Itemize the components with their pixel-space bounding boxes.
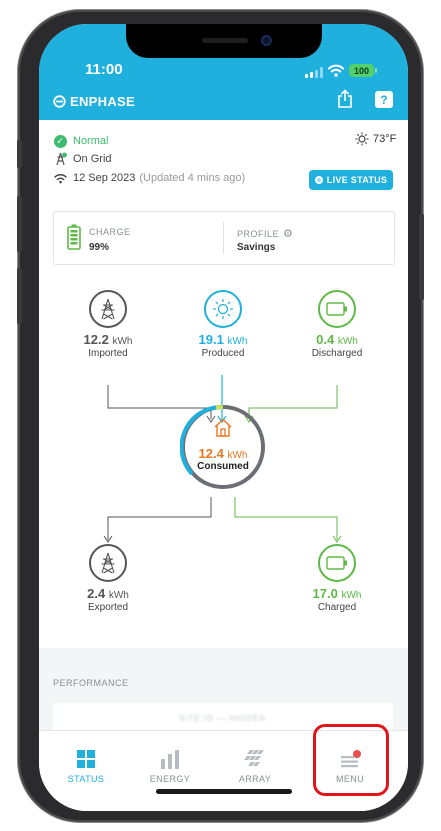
grid-tower-icon — [101, 298, 115, 320]
power-button — [419, 214, 424, 300]
battery-status-icon: 100 — [349, 64, 377, 77]
brand-name: ENPHASE — [70, 94, 135, 109]
status-bar-time: 11:00 — [85, 61, 123, 78]
exported-unit: kWh — [108, 590, 129, 601]
battery-percent: 100 — [353, 65, 370, 76]
blurred-site-text: SITE ID — HIDDEN — [179, 714, 267, 723]
speaker — [202, 38, 248, 43]
menu-highlight-box — [313, 724, 389, 796]
tab-energy[interactable]: ENERGY — [135, 749, 205, 784]
consumed-unit: kWh — [227, 450, 248, 461]
imported-value: 12.2 — [83, 332, 109, 347]
battery-icon — [326, 556, 347, 570]
tab-energy-label: ENERGY — [149, 774, 191, 784]
volume-down-button — [17, 268, 22, 324]
produced-node[interactable]: 19.1 kWh Produced — [178, 290, 268, 359]
consumed-label: Consumed — [197, 461, 249, 472]
charged-label: Charged — [317, 602, 357, 613]
wifi-icon — [328, 64, 344, 77]
discharged-label: Discharged — [311, 348, 363, 359]
charged-node[interactable]: 17.0 kWh Charged — [292, 544, 382, 613]
bar-chart-icon — [161, 750, 179, 769]
produced-value: 19.1 — [198, 332, 224, 347]
charged-ring — [318, 544, 356, 582]
camera — [261, 35, 272, 46]
imported-ring — [89, 290, 127, 328]
charged-value: 17.0 — [312, 586, 338, 601]
exported-ring — [89, 544, 127, 582]
status-content: ✓ Normal On Grid 12 Sep 2023 (Updated 4 … — [39, 120, 408, 730]
grid-squares-icon — [77, 750, 95, 768]
consumed-value: 12.4 — [198, 446, 224, 461]
help-icon[interactable]: ? — [375, 91, 393, 108]
produced-unit: kWh — [227, 336, 248, 347]
imported-label: Imported — [88, 348, 128, 359]
notch — [126, 24, 322, 58]
tab-status-label: STATUS — [67, 774, 105, 784]
solar-array-icon — [244, 750, 264, 766]
imported-unit: kWh — [112, 336, 133, 347]
screen: 11:00 100 ENPHASE ? ✓ Normal On Grid 12 … — [39, 24, 408, 811]
battery-icon — [326, 302, 347, 316]
discharged-value: 0.4 — [316, 332, 335, 347]
exported-node[interactable]: 2.4 kWh Exported — [63, 544, 153, 613]
produced-ring — [204, 290, 242, 328]
discharged-node[interactable]: 0.4 kWh Discharged — [292, 290, 382, 359]
imported-node[interactable]: 12.2 kWh Imported — [63, 290, 153, 359]
sun-icon — [213, 299, 233, 319]
performance-title: PERFORMANCE — [53, 678, 129, 688]
performance-section: PERFORMANCE SITE ID — HIDDEN — [39, 648, 408, 733]
exported-value: 2.4 — [87, 586, 106, 601]
discharged-ring — [318, 290, 356, 328]
house-icon — [214, 418, 232, 437]
consumed-node[interactable]: 12.4 kWh Consumed — [180, 404, 266, 490]
produced-label: Produced — [201, 348, 245, 359]
volume-up-button — [17, 196, 22, 252]
mute-switch — [17, 140, 22, 168]
home-indicator — [156, 789, 292, 794]
exported-label: Exported — [87, 602, 129, 613]
cellular-signal-icon — [305, 67, 323, 78]
grid-tower-icon — [101, 552, 115, 574]
tab-status[interactable]: STATUS — [51, 749, 121, 784]
charged-unit: kWh — [341, 590, 362, 601]
enphase-mark-icon — [53, 95, 66, 108]
share-icon[interactable] — [336, 89, 354, 109]
tab-array[interactable]: ARRAY — [220, 749, 290, 784]
discharged-unit: kWh — [337, 336, 358, 347]
enphase-logo: ENPHASE — [53, 94, 135, 109]
tab-array-label: ARRAY — [238, 774, 272, 784]
